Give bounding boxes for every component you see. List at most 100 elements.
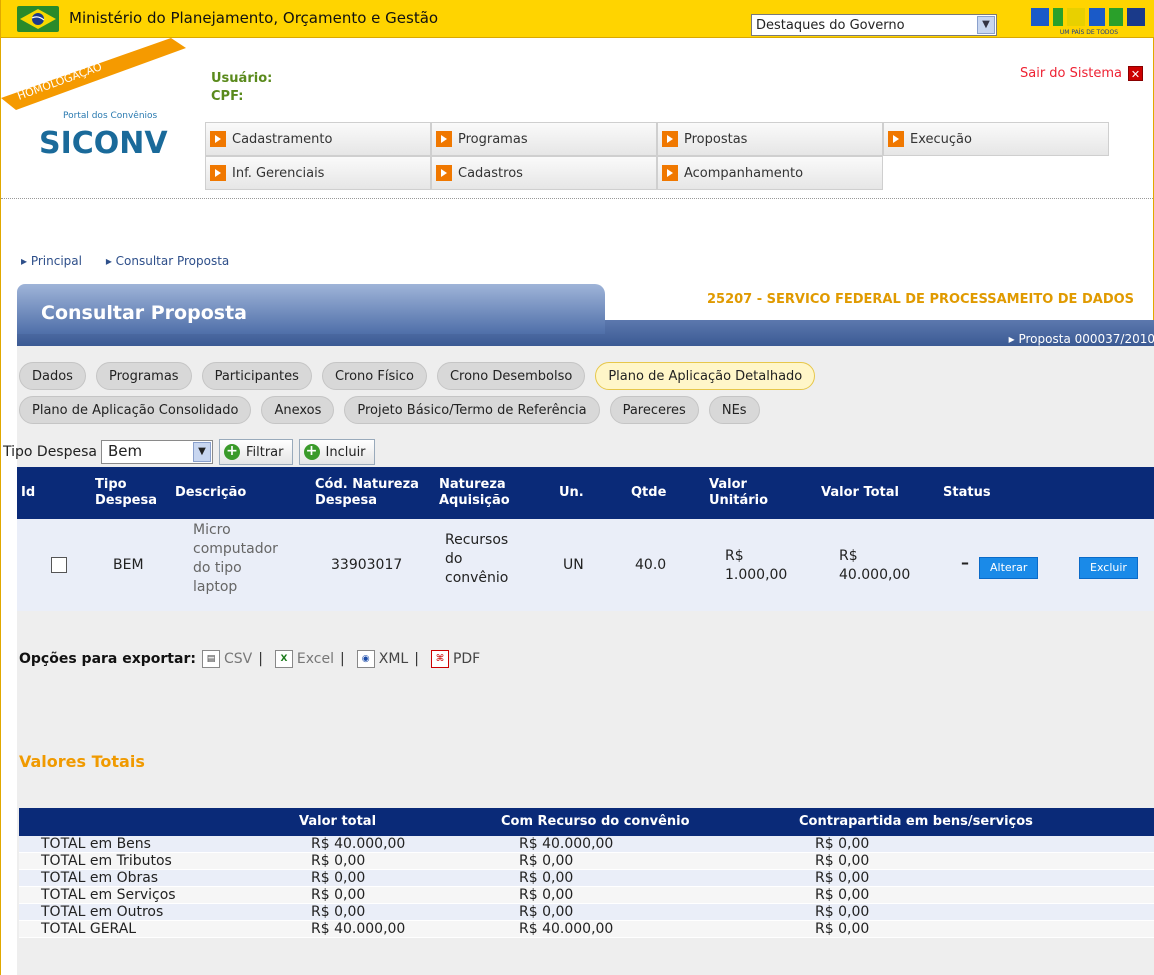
tab-crono-desembolso[interactable]: Crono Desembolso	[436, 362, 586, 390]
export-csv[interactable]: ▤ CSV	[201, 650, 252, 668]
proposal-label[interactable]: Proposta 000037/2010	[1018, 332, 1154, 346]
menu-item-acompanhamento[interactable]: Acompanhamento	[657, 156, 883, 190]
breadcrumb-label[interactable]: Consultar Proposta	[116, 254, 230, 268]
export-xml-label[interactable]: XML	[379, 651, 408, 667]
cpf-label: CPF:	[211, 89, 244, 104]
filter-button-label: Filtrar	[245, 444, 284, 460]
export-excel[interactable]: X Excel	[274, 650, 334, 668]
tab-projeto-basico[interactable]: Projeto Básico/Termo de Referência	[344, 396, 600, 424]
close-icon[interactable]: ✕	[1128, 66, 1143, 81]
descricao-line: computador	[193, 541, 278, 557]
proposal-link[interactable]: ▸ Proposta 000037/2010	[1009, 332, 1154, 346]
tipo-despesa-select[interactable]: Bem ▼	[100, 440, 213, 464]
logout-link[interactable]: Sair do Sistema ✕	[1020, 66, 1143, 81]
breadcrumb-item-principal[interactable]: ▸ Principal	[21, 254, 92, 268]
tab-programas[interactable]: Programas	[95, 362, 192, 390]
col-un: Un.	[559, 485, 584, 500]
arrow-icon	[436, 131, 452, 147]
totals-recurso: R$ 0,00	[519, 853, 574, 869]
totals-label: TOTAL em Obras	[41, 870, 159, 886]
totals-recurso: R$ 40.000,00	[519, 836, 614, 852]
chevron-down-icon[interactable]: ▼	[977, 16, 995, 34]
breadcrumb-item-consultar[interactable]: ▸ Consultar Proposta	[106, 254, 239, 268]
menu-item-label: Cadastros	[458, 165, 523, 181]
logout-label[interactable]: Sair do Sistema	[1020, 66, 1122, 81]
totals-label: TOTAL em Serviços	[41, 887, 176, 903]
tab-row-1: Dados Programas Participantes Crono Físi…	[19, 362, 825, 390]
vt-line: R$	[839, 548, 858, 564]
col-descricao: Descrição	[175, 485, 247, 500]
add-button[interactable]: + Incluir	[298, 439, 375, 465]
csv-icon: ▤	[201, 650, 220, 668]
breadcrumb-label[interactable]: Principal	[31, 254, 82, 268]
page: Ministério do Planejamento, Orçamento e …	[0, 0, 1154, 975]
tab-plano-aplicacao-detalhado[interactable]: Plano de Aplicação Detalhado	[595, 362, 816, 390]
vu-line: R$	[725, 548, 744, 564]
government-highlights-select[interactable]: Destaques do Governo ▼	[751, 14, 997, 36]
export-pdf-label[interactable]: PDF	[453, 651, 480, 667]
menu-item-programas[interactable]: Programas	[431, 122, 657, 156]
menu-item-propostas[interactable]: Propostas	[657, 122, 883, 156]
tab-pareceres[interactable]: Pareceres	[609, 396, 699, 424]
tipo-despesa-label: Tipo Despesa	[3, 444, 97, 460]
xml-icon: ◉	[356, 650, 375, 668]
menu-row-2: Inf. Gerenciais Cadastros Acompanhamento	[205, 156, 1109, 190]
export-options: Opções para exportar: ▤ CSV | X Excel | ◉ X…	[19, 650, 480, 668]
totals-contrapartida: R$ 0,00	[815, 870, 870, 886]
siconv-logo: HOMOLOGAÇÃO Portal dos Convênios SICONV	[1, 38, 186, 161]
filter-button[interactable]: + Filtrar	[218, 439, 293, 465]
gov-select-value: Destaques do Governo	[756, 18, 905, 33]
totals-contrapartida: R$ 0,00	[815, 921, 870, 937]
brazil-flag-icon	[17, 6, 59, 32]
export-xml[interactable]: ◉ XML	[356, 650, 408, 668]
totals-header: Valor total Com Recurso do convênio Cont…	[19, 808, 1154, 836]
arrow-icon	[210, 165, 226, 181]
cell-tipo: BEM	[113, 557, 144, 573]
excluir-button[interactable]: Excluir	[1079, 557, 1138, 579]
totals-title: Valores Totais	[19, 752, 145, 771]
tab-anexos[interactable]: Anexos	[261, 396, 335, 424]
col-nat-1: Natureza	[439, 477, 506, 492]
pdf-icon: ⌘	[430, 650, 449, 668]
export-pdf[interactable]: ⌘ PDF	[430, 650, 480, 668]
export-csv-label[interactable]: CSV	[224, 651, 252, 667]
menu-item-cadastramento[interactable]: Cadastramento	[205, 122, 431, 156]
tab-nes[interactable]: NEs	[708, 396, 760, 424]
menu-item-label: Execução	[910, 131, 972, 147]
menu-item-inf-gerenciais[interactable]: Inf. Gerenciais	[205, 156, 431, 190]
separator: |	[414, 651, 419, 667]
row-checkbox[interactable]	[51, 557, 67, 573]
tab-crono-fisico[interactable]: Crono Físico	[321, 362, 427, 390]
user-info: Usuário: CPF:	[211, 70, 272, 106]
brasil-logo: UM PAÍS DE TODOS	[1031, 8, 1145, 36]
natureza-line: convênio	[445, 570, 509, 586]
totals-valor-total: R$ 0,00	[311, 887, 366, 903]
col-nat-2: Aquisição	[439, 493, 510, 508]
tab-plano-aplicacao-consolidado[interactable]: Plano de Aplicação Consolidado	[19, 396, 252, 424]
col-tipo-2: Despesa	[95, 493, 157, 508]
header-divider	[1, 198, 1154, 199]
totals-recurso: R$ 0,00	[519, 904, 574, 920]
menu-item-execucao[interactable]: Execução	[883, 122, 1109, 156]
menu-row-1: Cadastramento Programas Propostas Execuç…	[205, 122, 1109, 156]
page-title: Consultar Proposta	[41, 302, 247, 324]
organization-name: 25207 - SERVICO FEDERAL DE PROCESSAMEITO…	[707, 292, 1135, 307]
tab-participantes[interactable]: Participantes	[201, 362, 312, 390]
plus-icon: +	[223, 444, 240, 460]
totals-col-contrapartida: Contrapartida em bens/serviços	[799, 814, 1033, 829]
totals-row: TOTAL em Bens R$ 40.000,00 R$ 40.000,00 …	[19, 836, 1154, 853]
totals-label: TOTAL em Outros	[41, 904, 164, 920]
chevron-down-icon[interactable]: ▼	[192, 442, 211, 462]
totals-valor-total: R$ 0,00	[311, 853, 366, 869]
arrow-icon	[210, 131, 226, 147]
cell-valor-total: R$ 40.000,00	[839, 547, 910, 585]
totals-contrapartida: R$ 0,00	[815, 904, 870, 920]
menu-item-cadastros[interactable]: Cadastros	[431, 156, 657, 190]
alterar-button[interactable]: Alterar	[979, 557, 1039, 579]
totals-row: TOTAL em Outros R$ 0,00 R$ 0,00 R$ 0,00	[19, 904, 1154, 921]
plus-icon: +	[303, 444, 320, 460]
menu-item-label: Programas	[458, 131, 528, 147]
totals-recurso: R$ 40.000,00	[519, 921, 614, 937]
tab-dados[interactable]: Dados	[19, 362, 86, 390]
export-excel-label[interactable]: Excel	[297, 651, 334, 667]
